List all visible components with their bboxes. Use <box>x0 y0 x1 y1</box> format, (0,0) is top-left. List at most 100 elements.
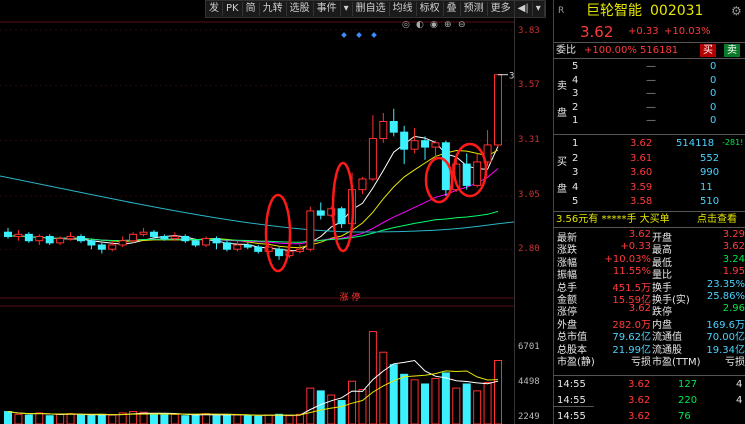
toolbar-item[interactable]: 选股 <box>287 2 314 16</box>
chart-tool-icon[interactable]: ◎ <box>402 20 410 30</box>
candle-body <box>473 161 482 186</box>
sell-level-price: — <box>646 61 656 72</box>
tick-volume: 127 <box>678 379 698 390</box>
sell-button[interactable]: 卖 <box>724 44 740 57</box>
candle-body <box>139 231 148 235</box>
stat-value: 1.95 <box>722 266 745 278</box>
volume-bar <box>441 372 450 424</box>
chart-tool-icon[interactable]: ⊖ <box>458 20 466 30</box>
chart-tool-icon[interactable]: ⊕ <box>444 20 452 30</box>
stat-value: +10.03% <box>604 253 651 265</box>
chart-tool-icon[interactable]: ◉ <box>430 20 438 30</box>
sell-level-volume: 0 <box>710 74 717 86</box>
stat-value: 3.29 <box>722 229 745 240</box>
toolbar-item[interactable]: 九转 <box>260 2 287 16</box>
stat-value: 2.96 <box>722 303 745 315</box>
volume-bar <box>400 373 409 424</box>
candle-body <box>222 242 231 250</box>
quote-panel: R 巨轮智能 002031 ⚙ 3.62 +0.33 +10.03% 委比 +1… <box>553 0 745 424</box>
candle-body <box>358 178 367 191</box>
volume-bar <box>306 387 315 424</box>
weicha-value: 516181 <box>640 45 679 56</box>
buy-level-volume: 11 <box>700 181 713 193</box>
stat-value: 3.24 <box>722 253 745 265</box>
volume-bar <box>76 414 85 424</box>
sell-level-price: — <box>646 115 656 126</box>
candle-body <box>212 238 221 244</box>
tick-time: 14:55 <box>557 379 586 390</box>
buy-level-change: -281! <box>722 138 744 147</box>
stat-value: 3.62 <box>628 303 651 315</box>
candle-body <box>35 235 44 242</box>
stat-value: +0.33 <box>620 241 651 253</box>
buy-side-label: 买 <box>557 157 567 168</box>
volume-bar <box>254 415 263 424</box>
tick-volume: 220 <box>678 395 698 406</box>
toolbar-item[interactable]: 叠 <box>444 2 461 16</box>
buy-level-index: 3 <box>572 167 579 178</box>
buy-level-price: 3.59 <box>630 181 653 193</box>
kline-chart-panel[interactable]: 3.62涨 停◎◐◉⊕⊖ 发PK简九转选股事件▾删自选均线标权叠预测更多◀|▾ … <box>0 0 552 424</box>
volume-bar <box>358 388 367 424</box>
buy-pan-label: 盘 <box>557 184 567 195</box>
toolbar-item[interactable]: ▾ <box>341 2 353 16</box>
volume-bar <box>56 413 65 424</box>
sell-level-index: 2 <box>572 101 579 113</box>
settings-icon[interactable]: ⚙ <box>731 2 742 20</box>
sell-level-price: — <box>646 88 656 99</box>
candle-body <box>191 240 200 246</box>
sell-level-volume: 0 <box>710 88 717 99</box>
toolbar-item[interactable]: 更多 <box>488 2 515 16</box>
toolbar-item[interactable]: 简 <box>243 2 260 16</box>
ma-line <box>7 168 499 245</box>
candle-body <box>233 244 242 250</box>
chart-tool-icon[interactable]: ◐ <box>416 20 424 30</box>
candle-body <box>421 140 430 148</box>
sell-level-price: — <box>646 74 656 86</box>
volume-bar <box>462 383 471 424</box>
sell-level-index: 1 <box>572 115 579 126</box>
price-tick: 2.80 <box>518 244 540 254</box>
toolbar-item[interactable]: 标权 <box>417 2 444 16</box>
toolbar-item[interactable]: 删自选 <box>353 2 390 16</box>
volume-bar <box>483 382 492 424</box>
toolbar-item[interactable]: 事件 <box>314 2 341 16</box>
price-tick: 3.31 <box>518 135 540 145</box>
stat-value: 3.62 <box>628 229 651 240</box>
volume-bar <box>24 414 33 424</box>
buy-level-volume: 510 <box>700 196 720 207</box>
detail-link[interactable]: 点击查看 <box>697 213 737 226</box>
stat-value: 25.86% <box>706 291 745 302</box>
sell-pan-label: 盘 <box>557 108 567 119</box>
price-change-pct: +10.03% <box>664 26 711 37</box>
candle-body <box>129 233 138 242</box>
sell-level-index: 3 <box>572 88 579 99</box>
candle-body <box>108 244 117 250</box>
volume-bar <box>4 411 12 424</box>
buy-level-volume: 514118 <box>676 138 715 149</box>
candle-body <box>316 210 325 216</box>
tick-time: 14:55 <box>557 395 586 406</box>
sell-side-label: 卖 <box>557 81 567 92</box>
ma-line <box>7 149 499 249</box>
toolbar-item[interactable]: 预测 <box>461 2 488 16</box>
buy-button[interactable]: 买 <box>700 44 716 57</box>
toolbar-item[interactable]: 发 <box>206 2 223 16</box>
candle-body <box>66 235 75 240</box>
volume-bar <box>473 390 482 424</box>
buy-level-volume: 990 <box>700 167 720 178</box>
candle-body <box>14 233 23 237</box>
volume-bar <box>160 414 169 424</box>
volume-bar <box>410 379 419 424</box>
marker-dot <box>356 32 362 38</box>
buy-level-price: 3.61 <box>630 152 653 164</box>
volume-tick: 6701 <box>518 342 540 352</box>
price-tick: 3.57 <box>518 80 540 90</box>
stat-label: 市盈(TTM) <box>652 357 701 368</box>
toolbar-item[interactable]: PK <box>223 2 243 16</box>
price-tick: 3.83 <box>518 26 540 36</box>
toolbar-item[interactable]: 均线 <box>390 2 417 16</box>
last-price: 3.62 <box>580 23 614 41</box>
volume-bar <box>285 415 294 424</box>
kline-svg[interactable]: 3.62涨 停◎◐◉⊕⊖ <box>0 0 514 424</box>
